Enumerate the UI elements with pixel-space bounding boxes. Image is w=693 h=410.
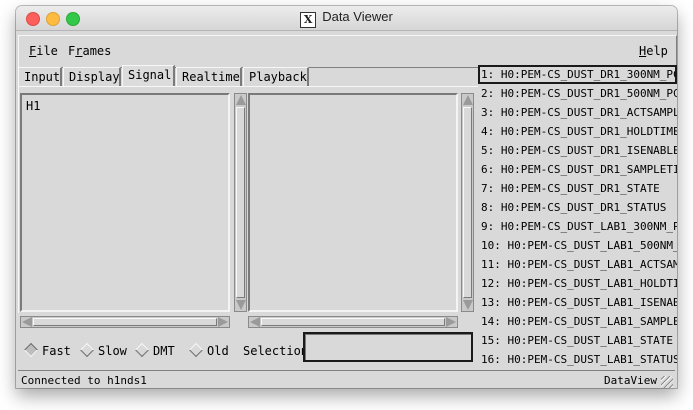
- channel-item[interactable]: 11: H0:PEM-CS_DUST_LAB1_ACTSAMPL: [478, 255, 677, 274]
- radio-diamond-icon: [134, 342, 150, 358]
- tab-realtime-label: Realtime: [182, 70, 240, 84]
- menu-help-rest: elp: [646, 44, 668, 58]
- channel-item[interactable]: 2: H0:PEM-CS_DUST_DR1_500NM_PCF: [478, 84, 677, 103]
- channel-item[interactable]: 12: H0:PEM-CS_DUST_LAB1_HOLDTIME: [478, 274, 677, 293]
- channel-item[interactable]: 16: H0:PEM-CS_DUST_LAB1_STATUS: [478, 350, 677, 369]
- radio-fast[interactable]: Fast: [23, 342, 71, 358]
- scroll-right-icon[interactable]: [218, 317, 228, 327]
- channel-item[interactable]: 9: H0:PEM-CS_DUST_LAB1_300NM_PCF: [478, 217, 677, 236]
- tab-realtime[interactable]: Realtime: [176, 67, 242, 86]
- menu-file[interactable]: File: [29, 44, 58, 58]
- channel-item[interactable]: 8: H0:PEM-CS_DUST_DR1_STATUS: [478, 198, 677, 217]
- radio-diamond-icon: [79, 342, 95, 358]
- tab-playback-label: Playback: [249, 70, 307, 84]
- channel-item[interactable]: 6: H0:PEM-CS_DUST_DR1_SAMPLETIME: [478, 160, 677, 179]
- scroll-right-icon[interactable]: [446, 317, 456, 327]
- tab-input[interactable]: Input: [18, 67, 62, 86]
- channel-item[interactable]: 4: H0:PEM-CS_DUST_DR1_HOLDTIMEMO: [478, 122, 677, 141]
- ifo-vertical-scrollbar[interactable]: [234, 93, 247, 312]
- channel-item[interactable]: 3: H0:PEM-CS_DUST_DR1_ACTSAMPLET: [478, 103, 677, 122]
- radio-old-label: Old: [207, 344, 229, 358]
- menu-bar: File Frames Help: [18, 35, 677, 68]
- window-title: Data Viewer: [322, 9, 393, 24]
- radio-dmt[interactable]: DMT: [134, 342, 175, 358]
- scroll-up-icon[interactable]: [463, 95, 473, 105]
- status-bar: Connected to h1nds1 DataView: [18, 370, 675, 389]
- menu-help[interactable]: Help: [639, 44, 668, 58]
- signal-listbox[interactable]: [248, 93, 458, 312]
- signal-horizontal-scrollbar[interactable]: [248, 316, 458, 328]
- radio-slow[interactable]: Slow: [79, 342, 127, 358]
- tab-playback[interactable]: Playback: [243, 67, 309, 86]
- title-bar[interactable]: X Data Viewer: [16, 6, 677, 31]
- signal-vertical-scrollbar[interactable]: [461, 93, 474, 312]
- radio-fast-label: Fast: [42, 344, 71, 358]
- ifo-listbox[interactable]: H1: [20, 93, 230, 312]
- menu-frames[interactable]: Frames: [68, 44, 111, 58]
- scroll-down-icon[interactable]: [236, 300, 246, 310]
- menu-frames-rest: ames: [82, 44, 112, 58]
- radio-diamond-icon: [23, 342, 39, 358]
- scroll-thumb[interactable]: [261, 318, 445, 326]
- channel-list[interactable]: 1: H0:PEM-CS_DUST_DR1_300NM_PCF 2: H0:PE…: [478, 65, 677, 369]
- scroll-down-icon[interactable]: [463, 300, 473, 310]
- radio-old[interactable]: Old: [188, 342, 229, 358]
- ifo-horizontal-scrollbar[interactable]: [20, 316, 230, 328]
- tab-input-label: Input: [24, 70, 61, 84]
- menu-file-rest: ile: [36, 44, 58, 58]
- tab-signal-label: Signal: [128, 68, 172, 82]
- scroll-left-icon[interactable]: [250, 317, 260, 327]
- scroll-up-icon[interactable]: [236, 95, 246, 105]
- channel-item[interactable]: 13: H0:PEM-CS_DUST_LAB1_ISENABLE: [478, 293, 677, 312]
- resize-grip-icon[interactable]: [661, 376, 673, 388]
- tab-display-label: Display: [69, 70, 120, 84]
- connection-status: Connected to h1nds1: [21, 374, 147, 387]
- channel-item[interactable]: 10: H0:PEM-CS_DUST_LAB1_500NM_PC: [478, 236, 677, 255]
- radio-slow-label: Slow: [98, 344, 127, 358]
- channel-item[interactable]: 14: H0:PEM-CS_DUST_LAB1_SAMPLETI: [478, 312, 677, 331]
- channel-item[interactable]: 15: H0:PEM-CS_DUST_LAB1_STATE: [478, 331, 677, 350]
- scroll-thumb[interactable]: [463, 107, 472, 298]
- scroll-thumb[interactable]: [33, 318, 217, 326]
- list-item[interactable]: H1: [26, 99, 40, 113]
- channel-item[interactable]: 7: H0:PEM-CS_DUST_DR1_STATE: [478, 179, 677, 198]
- scroll-thumb[interactable]: [236, 107, 245, 298]
- scroll-left-icon[interactable]: [22, 317, 32, 327]
- app-status-label: DataView: [604, 374, 657, 387]
- tab-display[interactable]: Display: [63, 67, 121, 86]
- window-title-wrap: X Data Viewer: [16, 9, 677, 28]
- radio-diamond-icon: [188, 342, 204, 358]
- channel-item[interactable]: 1: H0:PEM-CS_DUST_DR1_300NM_PCF: [478, 65, 677, 84]
- radio-dmt-label: DMT: [153, 344, 175, 358]
- tab-signal[interactable]: Signal: [122, 65, 175, 87]
- selection-label: Selection: [243, 344, 309, 358]
- selection-field[interactable]: [303, 332, 473, 362]
- x11-icon: X: [300, 12, 317, 28]
- channel-item[interactable]: 5: H0:PEM-CS_DUST_DR1_ISENABLED: [478, 141, 677, 160]
